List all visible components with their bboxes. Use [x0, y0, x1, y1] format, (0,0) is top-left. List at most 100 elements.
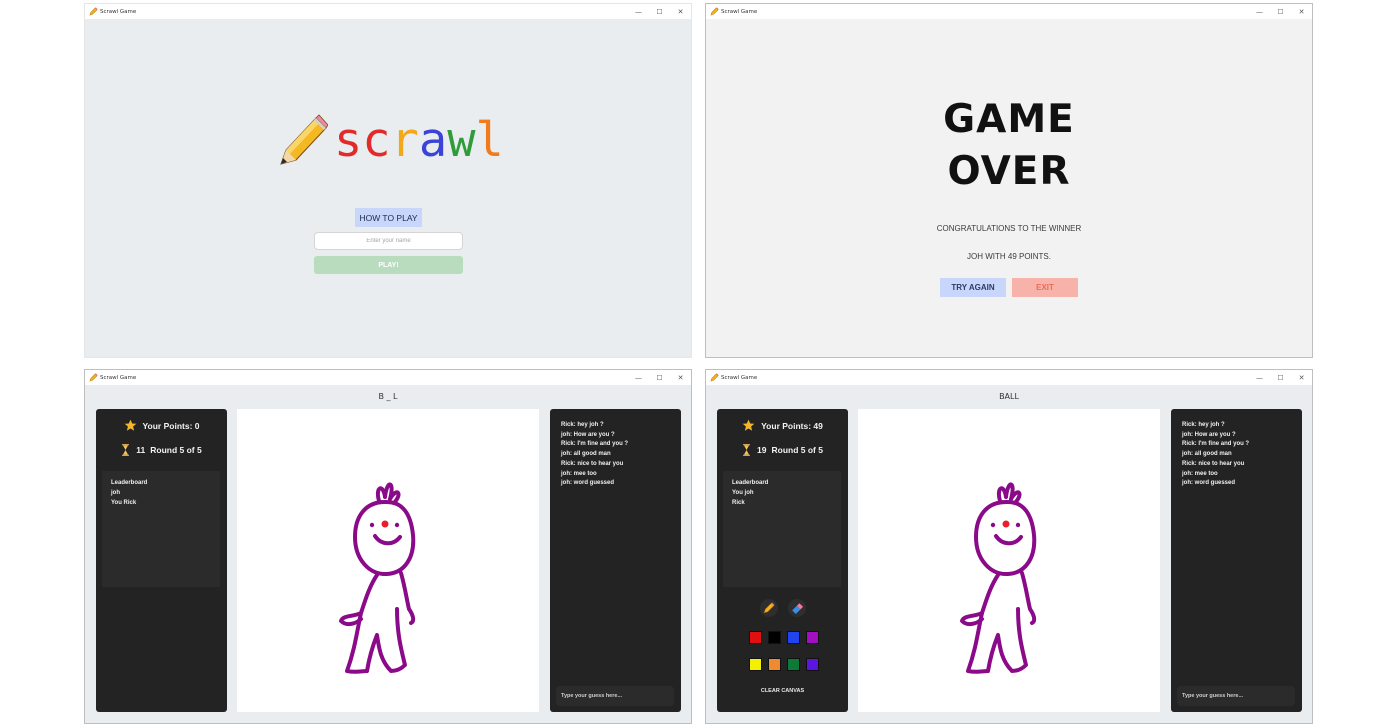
- color-swatch[interactable]: [806, 658, 819, 671]
- chat-message: Rick: nice to hear you: [561, 460, 624, 467]
- chat-message: joh: How are you ?: [1182, 431, 1236, 438]
- title-bar: Scrawl Game — ☐ ✕: [706, 370, 1312, 385]
- eraser-tool-button[interactable]: [787, 599, 806, 617]
- logo-letter: l: [475, 112, 504, 168]
- guess-input[interactable]: [556, 686, 674, 706]
- exit-button[interactable]: EXIT: [1012, 278, 1078, 297]
- round-stat: 19 Round 5 of 5: [717, 444, 848, 456]
- game-over-content: GAME OVER CONGRATULATIONS TO THE WINNER …: [706, 19, 1312, 357]
- pencil-app-icon: [709, 373, 719, 383]
- minimize-button[interactable]: —: [628, 370, 649, 385]
- color-swatch[interactable]: [749, 658, 762, 671]
- guess-input[interactable]: [1177, 686, 1295, 706]
- maximize-button[interactable]: ☐: [1270, 370, 1291, 385]
- round-label: Round 5 of 5: [771, 445, 823, 455]
- chat-message: Rick: I'm fine and you ?: [561, 441, 629, 448]
- window-title: Scrawl Game: [721, 8, 758, 15]
- name-input[interactable]: [314, 232, 463, 250]
- timer-value: 11: [136, 445, 146, 455]
- guesser-game-window: Scrawl Game — ☐ ✕ B _ L Your Points: 0 1…: [84, 369, 692, 724]
- color-palette-row-1: [749, 631, 819, 644]
- leaderboard-title: Leaderboard: [111, 480, 148, 486]
- chat-panel: Rick: hey joh ? joh: How are you ? Rick: I…: [1171, 409, 1302, 712]
- how-to-play-button[interactable]: HOW TO PLAY: [355, 208, 422, 227]
- stick-figure-drawing: [339, 482, 416, 674]
- game-over-title-line1: GAME: [943, 97, 1075, 142]
- close-button[interactable]: ✕: [1291, 370, 1312, 385]
- points-stat: Your Points: 49: [717, 419, 848, 432]
- word-hint: B _ L: [378, 392, 398, 401]
- close-button[interactable]: ✕: [670, 370, 691, 385]
- title-bar: Scrawl Game — ☐ ✕: [85, 4, 691, 19]
- play-button[interactable]: PLAY!: [314, 256, 463, 274]
- score-panel: Your Points: 0 11 Round 5 of 5 Leaderboa…: [96, 409, 227, 712]
- chat-panel: Rick: hey joh ? joh: How are you ? Rick: I…: [550, 409, 681, 712]
- winner-text: JOH WITH 49 POINTS.: [966, 252, 1051, 261]
- close-button[interactable]: ✕: [670, 4, 691, 19]
- round-label: Round 5 of 5: [150, 445, 202, 455]
- title-bar: Scrawl Game — ☐ ✕: [706, 4, 1312, 19]
- star-icon: [742, 419, 755, 432]
- chat-message: joh: all good man: [561, 451, 611, 458]
- hourglass-icon: [121, 444, 130, 456]
- try-again-button[interactable]: TRY AGAIN: [940, 278, 1006, 297]
- drawer-game-window: Scrawl Game — ☐ ✕ BALL Your Points: 49 1…: [705, 369, 1313, 724]
- congrats-text: CONGRATULATIONS TO THE WINNER: [936, 224, 1082, 233]
- leaderboard-entry: joh: [111, 490, 120, 496]
- chat-message: Rick: hey joh ?: [561, 422, 604, 428]
- game-over-title-line2: OVER: [947, 149, 1071, 194]
- hourglass-icon: [742, 444, 751, 456]
- scrawl-logo: scrawl: [278, 112, 504, 168]
- color-swatch[interactable]: [787, 658, 800, 671]
- logo-letter: c: [362, 112, 391, 168]
- leaderboard-entry: You Rick: [111, 500, 137, 506]
- window-title: Scrawl Game: [100, 8, 137, 15]
- points-label: Your Points: 49: [761, 420, 823, 431]
- minimize-button[interactable]: —: [628, 4, 649, 19]
- maximize-button[interactable]: ☐: [649, 4, 670, 19]
- chat-message: Rick: nice to hear you: [1182, 460, 1245, 467]
- clear-canvas-button[interactable]: CLEAR CANVAS: [717, 688, 848, 694]
- chat-messages: Rick: hey joh ? joh: How are you ? Rick: I…: [1182, 421, 1296, 489]
- home-content: scrawl HOW TO PLAY PLAY!: [85, 19, 691, 357]
- minimize-button[interactable]: —: [1249, 370, 1270, 385]
- chat-message: joh: word guessed: [561, 480, 615, 487]
- color-swatch[interactable]: [768, 658, 781, 671]
- logo-letter: s: [334, 112, 363, 168]
- drawing-tools: [717, 599, 848, 617]
- points-label: Your Points: 0: [142, 420, 200, 431]
- window-title: Scrawl Game: [721, 374, 758, 381]
- logo-text: scrawl: [334, 117, 504, 164]
- color-swatch[interactable]: [749, 631, 762, 644]
- chat-message: joh: mee too: [1182, 470, 1218, 477]
- leaderboard-entry: Rick: [732, 500, 745, 506]
- score-panel: Your Points: 49 19 Round 5 of 5 Leaderbo…: [717, 409, 848, 712]
- pencil-app-icon: [88, 373, 98, 383]
- leaderboard-title: Leaderboard: [732, 480, 769, 486]
- chat-message: Rick: I'm fine and you ?: [1182, 441, 1250, 448]
- eraser-icon: [791, 603, 803, 614]
- stick-figure-drawing: [960, 482, 1037, 674]
- pencil-app-icon: [709, 7, 719, 17]
- color-swatch[interactable]: [787, 631, 800, 644]
- logo-letter: a: [418, 112, 448, 168]
- pencil-app-icon: [88, 7, 98, 17]
- star-icon: [124, 419, 137, 432]
- chat-message: joh: How are you ?: [561, 431, 615, 438]
- maximize-button[interactable]: ☐: [649, 370, 670, 385]
- drawing-canvas[interactable]: [858, 409, 1160, 712]
- minimize-button[interactable]: —: [1249, 4, 1270, 19]
- word-to-draw: BALL: [999, 392, 1019, 401]
- chat-message: joh: word guessed: [1182, 480, 1236, 487]
- pencil-tool-button[interactable]: [759, 599, 778, 617]
- color-palette-row-2: [749, 658, 819, 671]
- color-swatch[interactable]: [768, 631, 781, 644]
- game-content: BALL Your Points: 49 19 Round 5 of 5 Lea…: [706, 385, 1312, 723]
- maximize-button[interactable]: ☐: [1270, 4, 1291, 19]
- close-button[interactable]: ✕: [1291, 4, 1312, 19]
- drawing-canvas[interactable]: [237, 409, 539, 712]
- leaderboard: Leaderboard joh You Rick: [102, 471, 220, 587]
- color-swatch[interactable]: [806, 631, 819, 644]
- logo-letter: r: [390, 112, 419, 168]
- logo-letter: w: [447, 112, 476, 168]
